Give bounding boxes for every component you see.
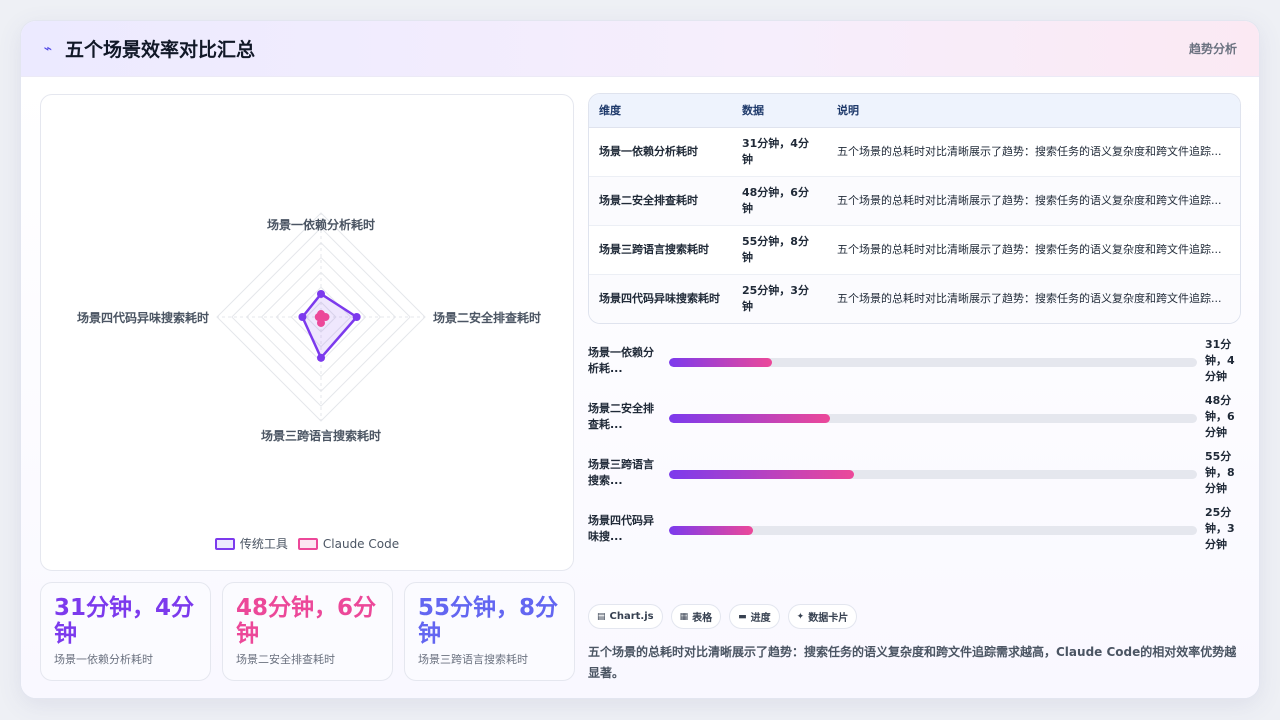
- table-cell: 五个场景的总耗时对比清晰展示了趋势：搜索任务的语义复杂度和跨文件追踪...: [827, 274, 1240, 323]
- radar-chart: 场景一依赖分析耗时场景二安全排查耗时场景三跨语言搜索耗时 场景四代码异味搜索耗时: [77, 212, 541, 443]
- table-cell: 场景一依赖分析耗时: [589, 127, 732, 177]
- column-header: 说明: [827, 94, 1240, 128]
- table-cell: 31分钟，4分钟: [732, 127, 827, 177]
- legend-swatch-claude: [297, 537, 318, 550]
- stat-value: 48分钟，6分钟: [236, 595, 377, 647]
- stat-cards: 31分钟，4分钟 场景一依赖分析耗时 48分钟，6分钟 场景二安全排查耗时 55…: [40, 582, 575, 681]
- table-cell: 五个场景的总耗时对比清晰展示了趋势：搜索任务的语义复杂度和跨文件追踪...: [827, 127, 1240, 177]
- table-header-row: 维度 数据 说明: [589, 94, 1240, 128]
- radar-point: [314, 313, 323, 321]
- card-icon: ✦: [796, 611, 805, 622]
- chart-icon: ▤: [597, 611, 606, 622]
- radar-axis-label: 场景二安全排查耗时: [433, 310, 541, 325]
- radar-axis-label: 场景三跨语言搜索耗时: [261, 428, 381, 443]
- table-cell: 场景四代码异味搜索耗时: [589, 274, 732, 323]
- stat-label: 场景二安全排查耗时: [236, 653, 335, 666]
- column-header: 数据: [732, 94, 827, 128]
- legend-swatch-traditional: [214, 537, 235, 550]
- radar-point: [298, 313, 307, 321]
- chip-table[interactable]: ▦ 表格: [670, 604, 722, 629]
- column-header: 维度: [589, 94, 732, 128]
- chart-legend: 传统工具 Claude Code: [41, 535, 573, 552]
- progress-label: 场景三跨语言搜索...: [588, 458, 654, 487]
- legend-item-traditional[interactable]: 传统工具: [214, 535, 288, 552]
- card-header: ⌁ 五个场景效率对比汇总 趋势分析: [21, 21, 1259, 77]
- table-row: 场景四代码异味搜索耗时 25分钟，3分钟 五个场景的总耗时对比清晰展示了趋势：搜…: [589, 274, 1240, 323]
- radar-point: [317, 289, 325, 298]
- stat-label: 场景三跨语言搜索耗时: [418, 653, 528, 666]
- progress-row: 场景四代码异味搜... 25分钟，3分钟: [588, 505, 1248, 561]
- data-table: 维度 数据 说明 场景一依赖分析耗时 31分钟，4分钟 五个场景的总耗时对比清晰…: [589, 94, 1240, 323]
- stat-card: 31分钟，4分钟 场景一依赖分析耗时: [40, 582, 211, 681]
- chip-chartjs[interactable]: ▤ Chart.js: [588, 604, 663, 629]
- chip-label: 数据卡片: [808, 613, 849, 624]
- progress-fill: [669, 470, 854, 479]
- progress-fill: [669, 526, 753, 535]
- trend-tag: 趋势分析: [1188, 42, 1237, 56]
- progress-value: 25分钟，3分钟: [1205, 506, 1235, 551]
- data-table-panel: 维度 数据 说明 场景一依赖分析耗时 31分钟，4分钟 五个场景的总耗时对比清晰…: [588, 93, 1241, 324]
- stat-value: 31分钟，4分钟: [54, 595, 195, 647]
- progress-track: [669, 470, 1197, 479]
- stat-card: 55分钟，8分钟 场景三跨语言搜索耗时: [404, 582, 575, 681]
- progress-icon: ▬: [738, 611, 747, 622]
- legend-label: Claude Code: [322, 536, 400, 551]
- chip-progress[interactable]: ▬ 进度: [729, 604, 780, 629]
- table-row: 场景二安全排查耗时 48分钟，6分钟 五个场景的总耗时对比清晰展示了趋势：搜索任…: [589, 176, 1240, 226]
- radar-chart-panel: 场景一依赖分析耗时 场景二安全排查耗时 场景三跨语言搜索耗时 场景四代码异味搜索耗时 …: [40, 94, 574, 571]
- feature-chips: ▤ Chart.js ▦ 表格 ▬ 进度 ✦ 数据卡片: [588, 604, 858, 629]
- chip-label: Chart.js: [609, 611, 654, 622]
- summary-card: ⌁ 五个场景效率对比汇总 趋势分析 场景一依赖分析耗时 场景二安全排查耗时 场景三跨…: [20, 20, 1260, 699]
- radar-axis-label: 场景四代码异味搜索耗时: [77, 310, 209, 325]
- progress-label: 场景二安全排查耗...: [588, 402, 654, 431]
- table-cell: 五个场景的总耗时对比清晰展示了趋势：搜索任务的语义复杂度和跨文件追踪...: [827, 225, 1240, 275]
- table-icon: ▦: [679, 611, 689, 622]
- progress-track: [669, 414, 1197, 423]
- table-cell: 场景三跨语言搜索耗时: [589, 225, 732, 275]
- table-cell: 25分钟，3分钟: [732, 274, 827, 323]
- progress-row: 场景二安全排查耗... 48分钟，6分钟: [588, 393, 1248, 449]
- table-cell: 场景二安全排查耗时: [589, 176, 732, 226]
- pulse-icon: ⌁: [43, 40, 53, 57]
- table-row: 场景三跨语言搜索耗时 55分钟，8分钟 五个场景的总耗时对比清晰展示了趋势：搜索…: [589, 225, 1240, 275]
- stat-label: 场景一依赖分析耗时: [54, 653, 153, 666]
- progress-label: 场景一依赖分析耗...: [588, 346, 654, 375]
- radar-point: [317, 353, 325, 362]
- progress-track: [669, 358, 1197, 367]
- radar-point: [352, 313, 361, 321]
- progress-row: 场景三跨语言搜索... 55分钟，8分钟: [588, 449, 1248, 505]
- table-cell: 48分钟，6分钟: [732, 176, 827, 226]
- stat-value: 55分钟，8分钟: [418, 595, 559, 647]
- summary-text: 五个场景的总耗时对比清晰展示了趋势：搜索任务的语义复杂度和跨文件追踪需求越高，C…: [588, 645, 1237, 680]
- legend-item-claude[interactable]: Claude Code: [297, 535, 400, 552]
- progress-value: 55分钟，8分钟: [1205, 450, 1235, 495]
- legend-label: 传统工具: [239, 537, 288, 551]
- page-title: 五个场景效率对比汇总: [65, 39, 256, 61]
- stat-card: 48分钟，6分钟 场景二安全排查耗时: [222, 582, 393, 681]
- progress-label: 场景四代码异味搜...: [588, 514, 654, 543]
- progress-value: 31分钟，4分钟: [1205, 338, 1235, 383]
- progress-row: 场景一依赖分析耗... 31分钟，4分钟: [588, 337, 1248, 393]
- progress-list: 场景一依赖分析耗... 31分钟，4分钟 场景二安全排查耗... 48分钟，6分…: [588, 337, 1248, 561]
- chip-label: 表格: [692, 613, 713, 624]
- progress-fill: [669, 414, 831, 423]
- chip-label: 进度: [750, 613, 771, 624]
- progress-track: [669, 526, 1197, 535]
- radar-axis-label: 场景一依赖分析耗时: [267, 217, 375, 232]
- table-cell: 55分钟，8分钟: [732, 225, 827, 275]
- progress-fill: [669, 358, 773, 367]
- table-row: 场景一依赖分析耗时 31分钟，4分钟 五个场景的总耗时对比清晰展示了趋势：搜索任…: [589, 127, 1240, 177]
- table-cell: 五个场景的总耗时对比清晰展示了趋势：搜索任务的语义复杂度和跨文件追踪...: [827, 176, 1240, 226]
- progress-value: 48分钟，6分钟: [1205, 394, 1235, 439]
- chip-data-card[interactable]: ✦ 数据卡片: [787, 604, 858, 629]
